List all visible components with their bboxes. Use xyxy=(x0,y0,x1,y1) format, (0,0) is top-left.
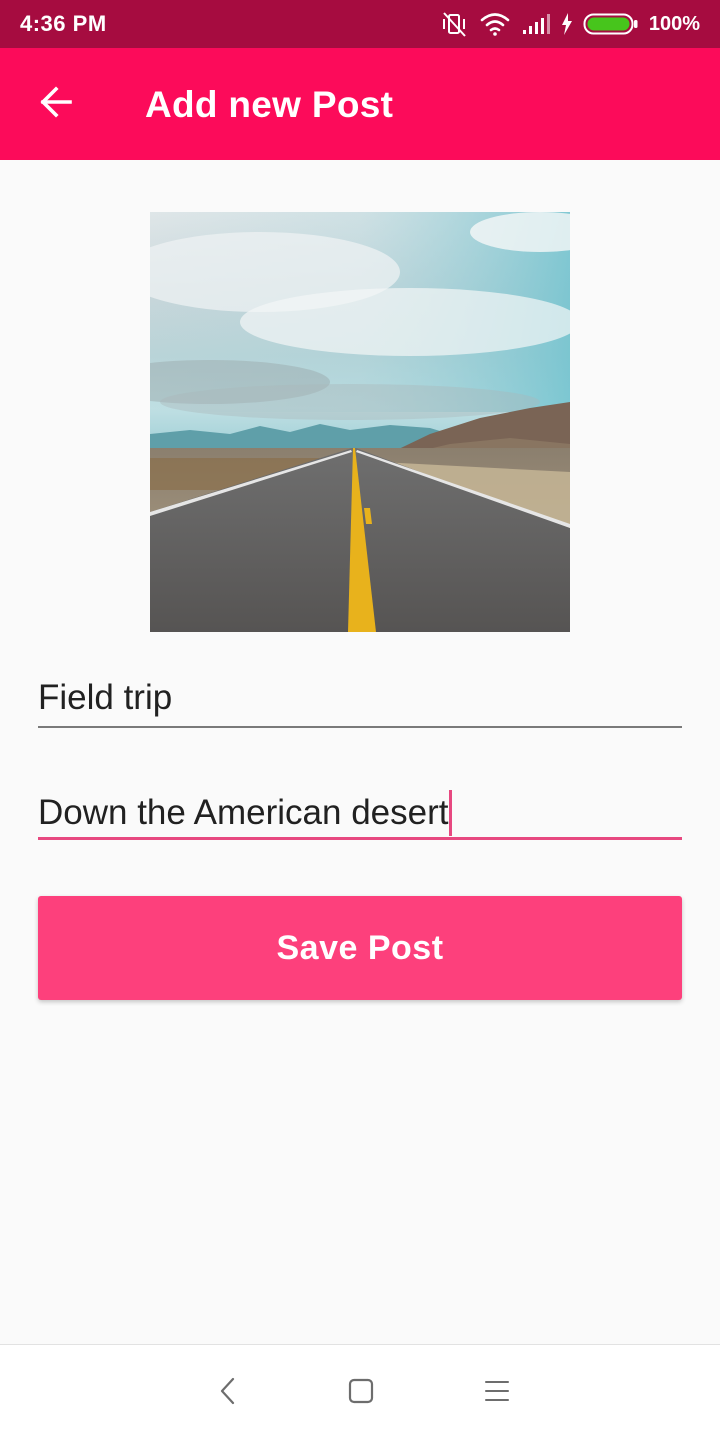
battery-icon xyxy=(583,12,639,36)
post-image[interactable] xyxy=(150,212,570,632)
nav-back-button[interactable] xyxy=(208,1373,248,1413)
arrow-back-icon xyxy=(38,84,74,125)
post-title-field[interactable]: Field trip xyxy=(38,670,682,728)
app-bar: Add new Post xyxy=(0,48,720,160)
page-title: Add new Post xyxy=(145,84,394,125)
nav-menu-icon xyxy=(484,1379,510,1408)
post-description-value: Down the American desert xyxy=(38,793,449,832)
nav-menu-button[interactable] xyxy=(477,1373,517,1413)
post-description-field[interactable]: Down the American desert xyxy=(38,782,682,840)
status-time: 4:36 PM xyxy=(20,11,107,36)
save-post-button[interactable]: Save Post xyxy=(38,896,682,1000)
charging-icon xyxy=(561,13,573,35)
status-icons: 100% xyxy=(439,8,700,40)
status-bar: 4:36 PM 100% xyxy=(0,0,720,48)
wifi-icon xyxy=(479,11,511,37)
nav-back-icon xyxy=(216,1376,240,1411)
vibrate-off-icon xyxy=(439,9,469,39)
post-title-value: Field trip xyxy=(38,678,173,717)
nav-home-button[interactable] xyxy=(341,1373,381,1413)
nav-home-icon xyxy=(348,1378,374,1409)
battery-percent: 100% xyxy=(648,12,700,35)
post-description-row: Down the American desert xyxy=(38,790,453,836)
signal-icon xyxy=(521,12,551,36)
navigation-bar xyxy=(0,1344,720,1441)
text-cursor xyxy=(449,790,453,836)
back-button[interactable] xyxy=(28,76,84,132)
